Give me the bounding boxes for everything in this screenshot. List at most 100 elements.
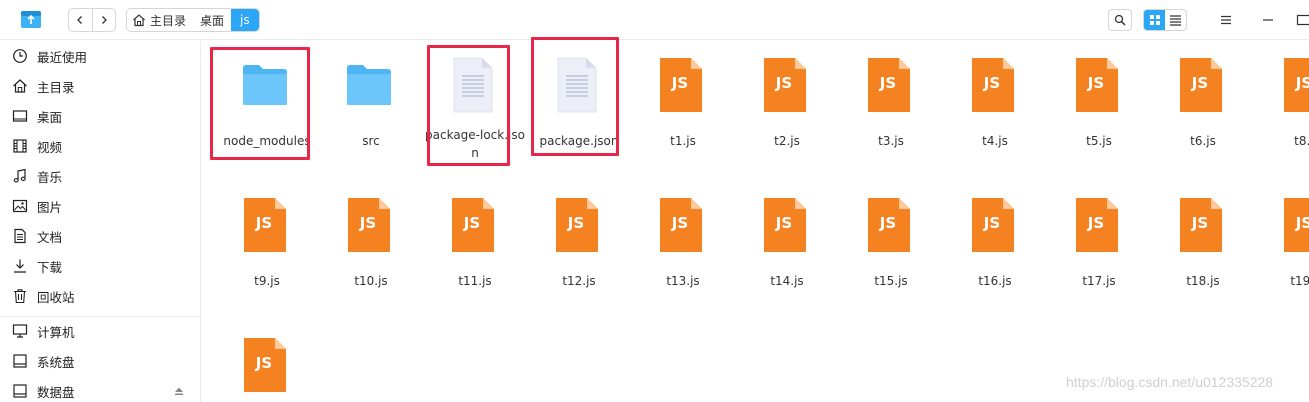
json-file-icon bbox=[554, 52, 600, 116]
svg-text:JS: JS bbox=[983, 74, 1000, 92]
file-name: node_modules bbox=[223, 134, 311, 148]
sidebar-item-system-disk[interactable]: 系统盘 bbox=[0, 348, 200, 374]
clock-icon bbox=[13, 49, 27, 63]
file-name: t3.js bbox=[878, 134, 904, 148]
svg-text:JS: JS bbox=[879, 74, 896, 92]
file-name: t19.js bbox=[1290, 274, 1309, 288]
sidebar-item-data-disk[interactable]: 数据盘 bbox=[0, 378, 200, 402]
sidebar-item-label: 数据盘 bbox=[37, 384, 75, 400]
trash-icon bbox=[14, 289, 26, 304]
svg-text:JS: JS bbox=[1191, 214, 1208, 232]
svg-text:JS: JS bbox=[671, 74, 688, 92]
sidebar-item-documents[interactable]: 文档 bbox=[0, 223, 200, 249]
sidebar-item-label: 图片 bbox=[37, 199, 63, 215]
main-menu-button[interactable] bbox=[1216, 9, 1236, 31]
chevron-right-icon bbox=[102, 16, 107, 24]
json-file-icon bbox=[450, 52, 496, 116]
home-icon bbox=[13, 79, 27, 93]
hamburger-menu-icon bbox=[1221, 15, 1231, 25]
js-file-icon: JS bbox=[554, 192, 600, 256]
js-file-icon: JS bbox=[1074, 52, 1120, 116]
svg-text:JS: JS bbox=[567, 214, 584, 232]
js-file-icon: JS bbox=[866, 52, 912, 116]
sidebar-item-label: 桌面 bbox=[37, 109, 63, 125]
file-name: t4.js bbox=[982, 134, 1008, 148]
file-name: t2.js bbox=[774, 134, 800, 148]
music-icon bbox=[13, 168, 26, 183]
svg-text:JS: JS bbox=[1087, 74, 1104, 92]
eject-icon[interactable] bbox=[174, 386, 184, 396]
sidebar-item-label: 视频 bbox=[37, 139, 63, 155]
list-view-button[interactable] bbox=[1165, 10, 1186, 30]
sidebar-item-pictures[interactable]: 图片 bbox=[0, 193, 200, 219]
minimize-button[interactable] bbox=[1258, 9, 1278, 31]
file-name: t17.js bbox=[1082, 274, 1116, 288]
js-file-icon: JS bbox=[242, 192, 288, 256]
sidebar-item-label: 最近使用 bbox=[37, 49, 88, 65]
file-name: t12.js bbox=[562, 274, 596, 288]
computer-icon bbox=[12, 324, 28, 338]
file-name: package-lock.json bbox=[425, 128, 525, 160]
file-manager-icon bbox=[21, 11, 41, 28]
js-file-icon: JS bbox=[242, 332, 288, 396]
sidebar-item-computer[interactable]: 计算机 bbox=[0, 318, 200, 344]
js-file-icon: JS bbox=[970, 52, 1016, 116]
js-file-icon: JS bbox=[1282, 192, 1309, 256]
icon-view-button[interactable] bbox=[1144, 10, 1165, 30]
file-grid: node_modules src package-lock.json package.… bbox=[202, 41, 1309, 402]
download-icon bbox=[14, 259, 26, 273]
breadcrumb-label: 主目录 bbox=[150, 13, 187, 28]
search-button[interactable] bbox=[1108, 9, 1132, 31]
js-file-icon: JS bbox=[658, 52, 704, 116]
file-name: t13.js bbox=[666, 274, 700, 288]
sidebar-item-label: 音乐 bbox=[37, 169, 63, 185]
sidebar-item-music[interactable]: 音乐 bbox=[0, 163, 200, 189]
js-file-icon: JS bbox=[1178, 52, 1224, 116]
disk-icon bbox=[13, 354, 27, 368]
chevron-left-icon bbox=[77, 16, 83, 24]
desktop-icon bbox=[12, 110, 28, 122]
folder-icon bbox=[242, 52, 288, 116]
sidebar-item-home[interactable]: 主目录 bbox=[0, 73, 200, 99]
file-name: t8.js bbox=[1294, 134, 1309, 148]
sidebar-item-trash[interactable]: 回收站 bbox=[0, 283, 200, 309]
list-icon bbox=[1170, 15, 1181, 26]
sidebar-item-label: 系统盘 bbox=[37, 354, 75, 370]
svg-text:JS: JS bbox=[671, 214, 688, 232]
file-name: t18.js bbox=[1186, 274, 1220, 288]
disk-icon bbox=[13, 384, 27, 398]
document-icon bbox=[14, 228, 26, 244]
svg-text:JS: JS bbox=[775, 214, 792, 232]
svg-text:JS: JS bbox=[879, 214, 896, 232]
navigation-buttons bbox=[68, 8, 116, 32]
breadcrumb-desktop[interactable]: 桌面 bbox=[193, 9, 231, 31]
file-name: t11.js bbox=[458, 274, 492, 288]
breadcrumb: 主目录 桌面 js bbox=[126, 8, 260, 32]
sidebar-item-recent[interactable]: 最近使用 bbox=[0, 43, 200, 69]
js-file-icon: JS bbox=[658, 192, 704, 256]
file-name: t15.js bbox=[874, 274, 908, 288]
view-mode-toggle bbox=[1143, 9, 1187, 31]
js-file-icon: JS bbox=[1282, 52, 1309, 116]
maximize-button[interactable] bbox=[1296, 9, 1309, 31]
breadcrumb-home[interactable]: 主目录 bbox=[127, 9, 193, 31]
sidebar: 最近使用 主目录 桌面 视频 音乐 图片 文档 下载 回收站 计算机 系统盘 数… bbox=[0, 41, 201, 402]
js-file-icon: JS bbox=[762, 192, 808, 256]
forward-button[interactable] bbox=[91, 9, 115, 31]
sidebar-item-desktop[interactable]: 桌面 bbox=[0, 103, 200, 129]
file-name: t5.js bbox=[1086, 134, 1112, 148]
svg-text:JS: JS bbox=[463, 214, 480, 232]
folder-icon bbox=[346, 52, 392, 116]
svg-text:JS: JS bbox=[255, 354, 272, 372]
svg-text:JS: JS bbox=[1295, 74, 1309, 92]
file-name: t14.js bbox=[770, 274, 804, 288]
sidebar-item-downloads[interactable]: 下载 bbox=[0, 253, 200, 279]
sidebar-item-videos[interactable]: 视频 bbox=[0, 133, 200, 159]
sidebar-divider bbox=[0, 316, 200, 317]
back-button[interactable] bbox=[69, 9, 92, 31]
titlebar: 主目录 桌面 js bbox=[0, 0, 1309, 40]
svg-text:JS: JS bbox=[359, 214, 376, 232]
breadcrumb-current[interactable]: js bbox=[231, 9, 259, 31]
picture-icon bbox=[12, 199, 28, 213]
file-manager-window: 主目录 桌面 js 最近使用 主目录 桌面 视频 音乐 图片 文档 下载 回收站… bbox=[0, 0, 1309, 402]
